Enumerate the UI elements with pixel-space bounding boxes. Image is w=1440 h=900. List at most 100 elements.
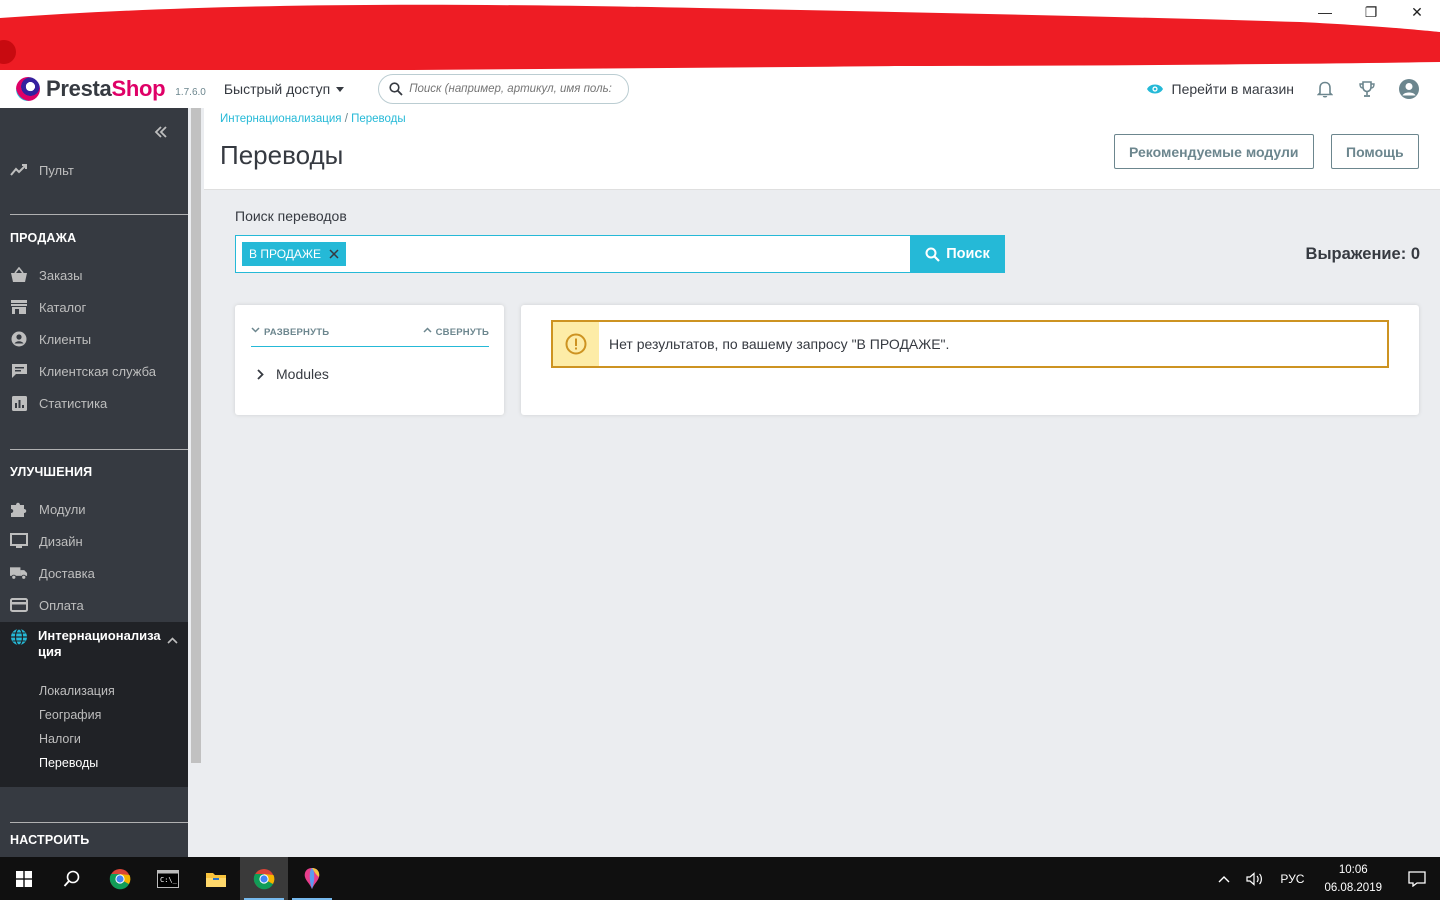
tree-node-modules[interactable]: Modules xyxy=(257,366,329,382)
sidebar-item-customer-service[interactable]: Клиентская служба xyxy=(0,357,188,385)
remove-tag-icon[interactable] xyxy=(329,247,339,262)
sidebar-subitem-localization[interactable]: Локализация xyxy=(39,684,115,698)
sidebar-divider xyxy=(10,214,188,215)
redacted-title-area xyxy=(0,0,1440,75)
collapse-sidebar-button[interactable] xyxy=(154,122,168,143)
chrome-icon xyxy=(253,868,275,889)
balloon-icon xyxy=(304,867,320,889)
sidebar-item-catalog[interactable]: Каталог xyxy=(0,293,188,321)
shopping-basket-icon xyxy=(10,266,28,284)
logo[interactable]: PrestaShop xyxy=(16,70,166,108)
sidebar-item-label: Клиенты xyxy=(39,331,92,347)
expand-all-button[interactable]: РАЗВЕРНУТЬ xyxy=(251,325,329,346)
sidebar-item-orders[interactable]: Заказы xyxy=(0,261,188,289)
taskbar-paint-app[interactable] xyxy=(288,857,336,900)
header-search-input[interactable] xyxy=(409,83,620,95)
chevron-up-icon xyxy=(167,632,178,647)
sidebar-item-stats[interactable]: Статистика xyxy=(0,389,188,417)
clock-time: 10:06 xyxy=(1338,863,1368,876)
volume-button[interactable] xyxy=(1238,871,1272,886)
caret-down-icon xyxy=(336,86,345,92)
folder-icon xyxy=(206,872,226,887)
sidebar-item-label: Клиентская служба xyxy=(39,363,156,379)
trophy-button[interactable] xyxy=(1356,78,1378,100)
translation-results-card: Нет результатов, по вашему запросу "В ПР… xyxy=(521,305,1419,415)
speaker-icon xyxy=(1246,871,1263,886)
sidebar-item-payment[interactable]: Оплата xyxy=(0,591,188,619)
window-controls: — ❐ ✕ xyxy=(1302,0,1440,24)
sidebar-item-modules[interactable]: Модули xyxy=(0,495,188,523)
sidebar-item-design[interactable]: Дизайн xyxy=(0,527,188,555)
action-center-button[interactable] xyxy=(1394,870,1440,887)
sidebar-item-label: Оплата xyxy=(39,597,84,613)
sidebar-item-label: Дизайн xyxy=(39,533,83,549)
search-button-label: Поиск xyxy=(946,246,990,262)
logo-text: PrestaShop xyxy=(46,76,166,101)
credit-card-icon xyxy=(10,596,28,614)
sidebar: Пульт ПРОДАЖА Заказы Каталог Клиенты Кли… xyxy=(0,108,188,857)
search-button[interactable]: Поиск xyxy=(910,235,1005,273)
recommended-modules-button[interactable]: Рекомендуемые модули xyxy=(1114,134,1314,169)
bar-chart-icon xyxy=(10,394,28,412)
search-icon xyxy=(63,870,80,887)
sidebar-item-label: Каталог xyxy=(39,299,87,315)
page-header: Интернационализация / Переводы Переводы … xyxy=(204,108,1440,190)
clock[interactable]: 10:06 06.08.2019 xyxy=(1312,861,1394,897)
version-label: 1.7.6.0 xyxy=(175,86,206,98)
quick-access-label: Быстрый доступ xyxy=(223,81,331,97)
sidebar-section-improve: УЛУЧШЕНИЯ xyxy=(10,465,93,479)
terminal-icon: C:\_ xyxy=(157,869,179,888)
breadcrumb-parent-link[interactable]: Интернационализация xyxy=(220,113,342,125)
sidebar-item-label: Доставка xyxy=(39,565,95,581)
collapse-all-button[interactable]: СВЕРНУТЬ xyxy=(423,325,489,346)
no-results-message: Нет результатов, по вашему запросу "В ПР… xyxy=(609,336,950,352)
scrollbar-thumb[interactable] xyxy=(191,108,201,763)
chevron-up-icon xyxy=(423,327,432,333)
start-button[interactable] xyxy=(0,857,48,900)
sidebar-subitem-translations[interactable]: Переводы xyxy=(39,756,98,770)
help-button[interactable]: Помощь xyxy=(1331,134,1419,169)
search-tag: В ПРОДАЖЕ xyxy=(242,242,346,266)
sidebar-subitem-taxes[interactable]: Налоги xyxy=(39,732,81,746)
taskbar-terminal[interactable]: C:\_ xyxy=(144,857,192,900)
taskbar-chrome[interactable] xyxy=(96,857,144,900)
sidebar-scrollbar[interactable] xyxy=(188,108,204,857)
sidebar-item-shipping[interactable]: Доставка xyxy=(0,559,188,587)
chat-icon xyxy=(10,362,28,380)
expand-label: РАЗВЕРНУТЬ xyxy=(264,327,330,338)
close-button[interactable]: ✕ xyxy=(1394,0,1440,24)
sidebar-item-label: Заказы xyxy=(39,267,83,283)
system-tray: РУС 10:06 06.08.2019 xyxy=(1210,857,1440,900)
prestashop-logo-icon xyxy=(16,77,40,101)
translation-tree-card: РАЗВЕРНУТЬ СВЕРНУТЬ Modules xyxy=(235,305,504,415)
search-translations-label: Поиск переводов xyxy=(235,208,347,224)
account-button[interactable] xyxy=(1398,78,1420,100)
sidebar-item-international[interactable]: Интернационализация xyxy=(0,624,188,664)
quick-access-dropdown[interactable]: Быстрый доступ xyxy=(223,81,345,97)
maximize-button[interactable]: ❐ xyxy=(1348,0,1394,24)
tree-node-label: Modules xyxy=(276,366,329,382)
taskbar-file-explorer[interactable] xyxy=(192,857,240,900)
sidebar-section-sell: ПРОДАЖА xyxy=(10,231,77,245)
taskbar-search-button[interactable] xyxy=(48,857,96,900)
sidebar-item-label: Интернационализация xyxy=(38,628,161,659)
language-indicator[interactable]: РУС xyxy=(1272,872,1312,886)
notifications-button[interactable] xyxy=(1314,78,1336,100)
show-hidden-icons-button[interactable] xyxy=(1210,875,1238,883)
minimize-button[interactable]: — xyxy=(1302,0,1348,24)
breadcrumb-current-link[interactable]: Переводы xyxy=(351,113,406,125)
user-avatar-icon xyxy=(1399,79,1419,99)
sidebar-item-label: Статистика xyxy=(39,395,108,411)
collapse-label: СВЕРНУТЬ xyxy=(435,327,489,338)
view-shop-label: Перейти в магазин xyxy=(1171,81,1295,97)
windows-taskbar: C:\_ РУС 10:06 06.08.2019 xyxy=(0,857,1440,900)
store-icon xyxy=(10,298,28,316)
view-shop-link[interactable]: Перейти в магазин xyxy=(1146,81,1295,97)
chevron-down-icon xyxy=(251,327,260,333)
sidebar-subitem-geography[interactable]: География xyxy=(39,708,101,722)
search-tags-input[interactable]: В ПРОДАЖЕ xyxy=(235,235,911,273)
sidebar-item-dashboard[interactable]: Пульт xyxy=(0,156,188,184)
chevron-up-icon xyxy=(1218,875,1230,882)
sidebar-item-customers[interactable]: Клиенты xyxy=(0,325,188,353)
taskbar-chrome-active[interactable] xyxy=(240,857,288,900)
